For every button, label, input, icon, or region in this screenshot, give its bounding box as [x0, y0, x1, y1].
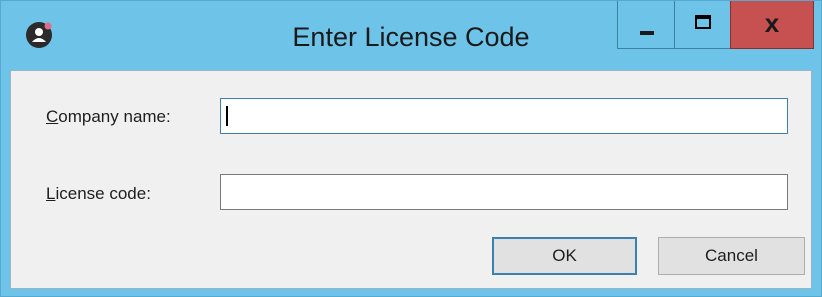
maximize-button[interactable] [674, 1, 731, 49]
close-icon: x [764, 8, 780, 38]
minimize-icon [640, 31, 654, 35]
company-name-input[interactable] [220, 98, 788, 134]
license-dialog-window: Enter License Code x Company name: Licen… [0, 0, 822, 297]
license-code-input[interactable] [220, 174, 788, 210]
title-bar[interactable]: Enter License Code x [1, 1, 821, 69]
dialog-client-area: Company name: License code: OK Cancel [10, 70, 812, 289]
text-caret [226, 106, 228, 126]
license-code-label: License code: [46, 184, 151, 204]
cancel-button[interactable]: Cancel [658, 237, 805, 275]
close-button[interactable]: x [730, 1, 814, 49]
license-code-label-text: icense code: [55, 184, 151, 203]
company-name-label: Company name: [46, 107, 171, 127]
ok-button[interactable]: OK [492, 237, 637, 275]
company-name-label-text: ompany name: [58, 107, 171, 126]
minimize-button[interactable] [617, 1, 675, 49]
company-name-access-key: C [46, 107, 59, 126]
maximize-icon [695, 15, 711, 29]
